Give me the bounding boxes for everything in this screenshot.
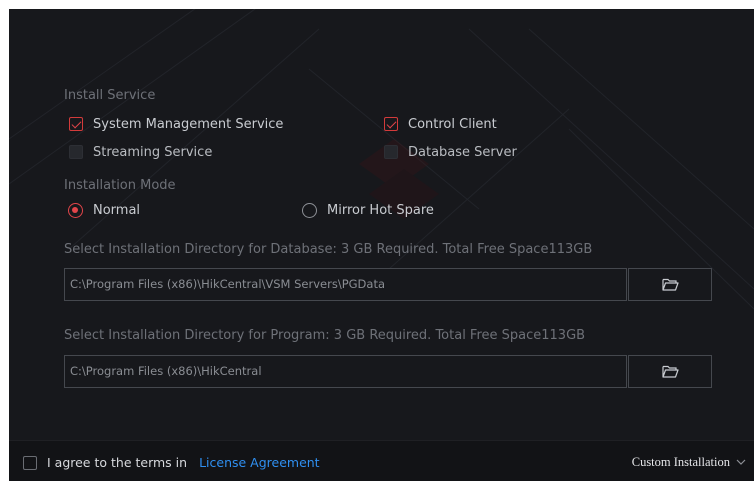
folder-open-icon xyxy=(661,278,679,291)
folder-open-icon xyxy=(661,365,679,378)
chevron-down-icon xyxy=(736,459,746,465)
custom-installation-label: Custom Installation xyxy=(631,455,730,469)
footer-bar: I agree to the terms in License Agreemen… xyxy=(9,440,754,481)
license-agreement-row: I agree to the terms in License Agreemen… xyxy=(23,455,320,470)
control-client-option[interactable]: Control Client xyxy=(384,115,497,133)
installer-window: Install Service System Management Servic… xyxy=(9,9,754,481)
normal-mode-radio[interactable] xyxy=(68,202,83,218)
streaming-service-checkbox xyxy=(69,145,83,159)
install-options-panel: Install Service System Management Servic… xyxy=(9,9,754,481)
mirror-hot-spare-option[interactable]: Mirror Hot Spare xyxy=(302,201,434,219)
database-directory-label: Select Installation Directory for Databa… xyxy=(64,242,593,257)
streaming-service-option: Streaming Service xyxy=(69,143,212,161)
system-management-service-checkbox[interactable] xyxy=(69,117,83,131)
normal-mode-label: Normal xyxy=(93,202,141,218)
normal-mode-option[interactable]: Normal xyxy=(68,201,140,219)
system-management-service-label: System Management Service xyxy=(93,116,284,132)
custom-installation-toggle[interactable]: Custom Installation xyxy=(632,455,746,470)
database-server-label: Database Server xyxy=(408,144,517,160)
agree-terms-text: I agree to the terms in xyxy=(47,455,188,470)
database-directory-input[interactable]: C:\Program Files (x86)\HikCentral\VSM Se… xyxy=(64,268,627,301)
control-client-checkbox[interactable] xyxy=(384,117,398,131)
program-directory-input[interactable]: C:\Program Files (x86)\HikCentral xyxy=(64,355,627,388)
program-directory-label: Select Installation Directory for Progra… xyxy=(64,328,586,343)
database-server-checkbox xyxy=(384,145,398,159)
database-server-option: Database Server xyxy=(384,143,517,161)
mirror-hot-spare-label: Mirror Hot Spare xyxy=(327,202,434,218)
program-directory-browse-button[interactable] xyxy=(628,355,712,388)
install-service-label: Install Service xyxy=(64,88,156,103)
control-client-label: Control Client xyxy=(408,116,497,132)
installation-mode-label: Installation Mode xyxy=(64,178,176,193)
database-directory-browse-button[interactable] xyxy=(628,268,712,301)
license-agreement-link[interactable]: License Agreement xyxy=(199,455,320,470)
mirror-hot-spare-radio[interactable] xyxy=(302,202,317,218)
streaming-service-label: Streaming Service xyxy=(93,144,213,160)
agree-terms-checkbox[interactable] xyxy=(23,455,37,470)
system-management-service-option[interactable]: System Management Service xyxy=(69,115,283,133)
